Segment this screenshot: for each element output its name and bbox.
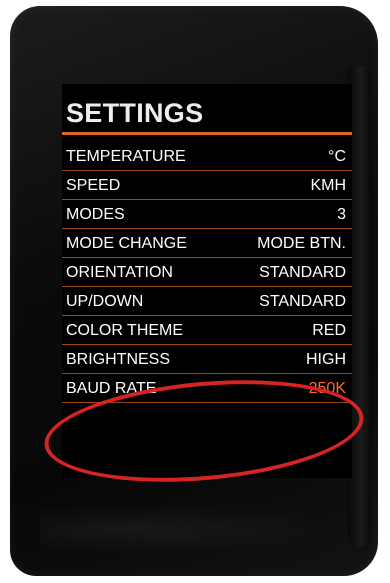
settings-row-brightness[interactable]: BRIGHTNESS HIGH — [62, 345, 352, 374]
settings-row-modes[interactable]: MODES 3 — [62, 200, 352, 229]
settings-row-label: UP/DOWN — [66, 293, 144, 310]
settings-row-value: HIGH — [306, 351, 346, 368]
settings-row-up-down[interactable]: UP/DOWN STANDARD — [62, 287, 352, 316]
settings-row-value: °C — [328, 148, 346, 165]
settings-row-temperature[interactable]: TEMPERATURE °C — [62, 142, 352, 171]
settings-row-label: TEMPERATURE — [66, 148, 186, 165]
settings-row-value: KMH — [310, 177, 346, 194]
settings-row-orientation[interactable]: ORIENTATION STANDARD — [62, 258, 352, 287]
title-divider — [62, 132, 352, 135]
settings-row-color-theme[interactable]: COLOR THEME RED — [62, 316, 352, 345]
settings-row-mode-change[interactable]: MODE CHANGE MODE BTN. — [62, 229, 352, 258]
settings-row-label: BRIGHTNESS — [66, 351, 171, 368]
settings-row-speed[interactable]: SPEED KMH — [62, 171, 352, 200]
settings-row-label: MODE CHANGE — [66, 235, 187, 252]
settings-row-label: SPEED — [66, 177, 121, 194]
settings-row-value: STANDARD — [259, 293, 346, 310]
settings-row-value: 3 — [337, 206, 346, 223]
settings-row-label: MODES — [66, 206, 125, 223]
settings-row-label: ORIENTATION — [66, 264, 173, 281]
settings-row-value: STANDARD — [259, 264, 346, 281]
settings-row-value: MODE BTN. — [257, 235, 346, 252]
settings-row-value: RED — [312, 322, 346, 339]
device-glare — [40, 504, 340, 554]
settings-row-label: COLOR THEME — [66, 322, 184, 339]
page-title: SETTINGS — [66, 98, 204, 128]
